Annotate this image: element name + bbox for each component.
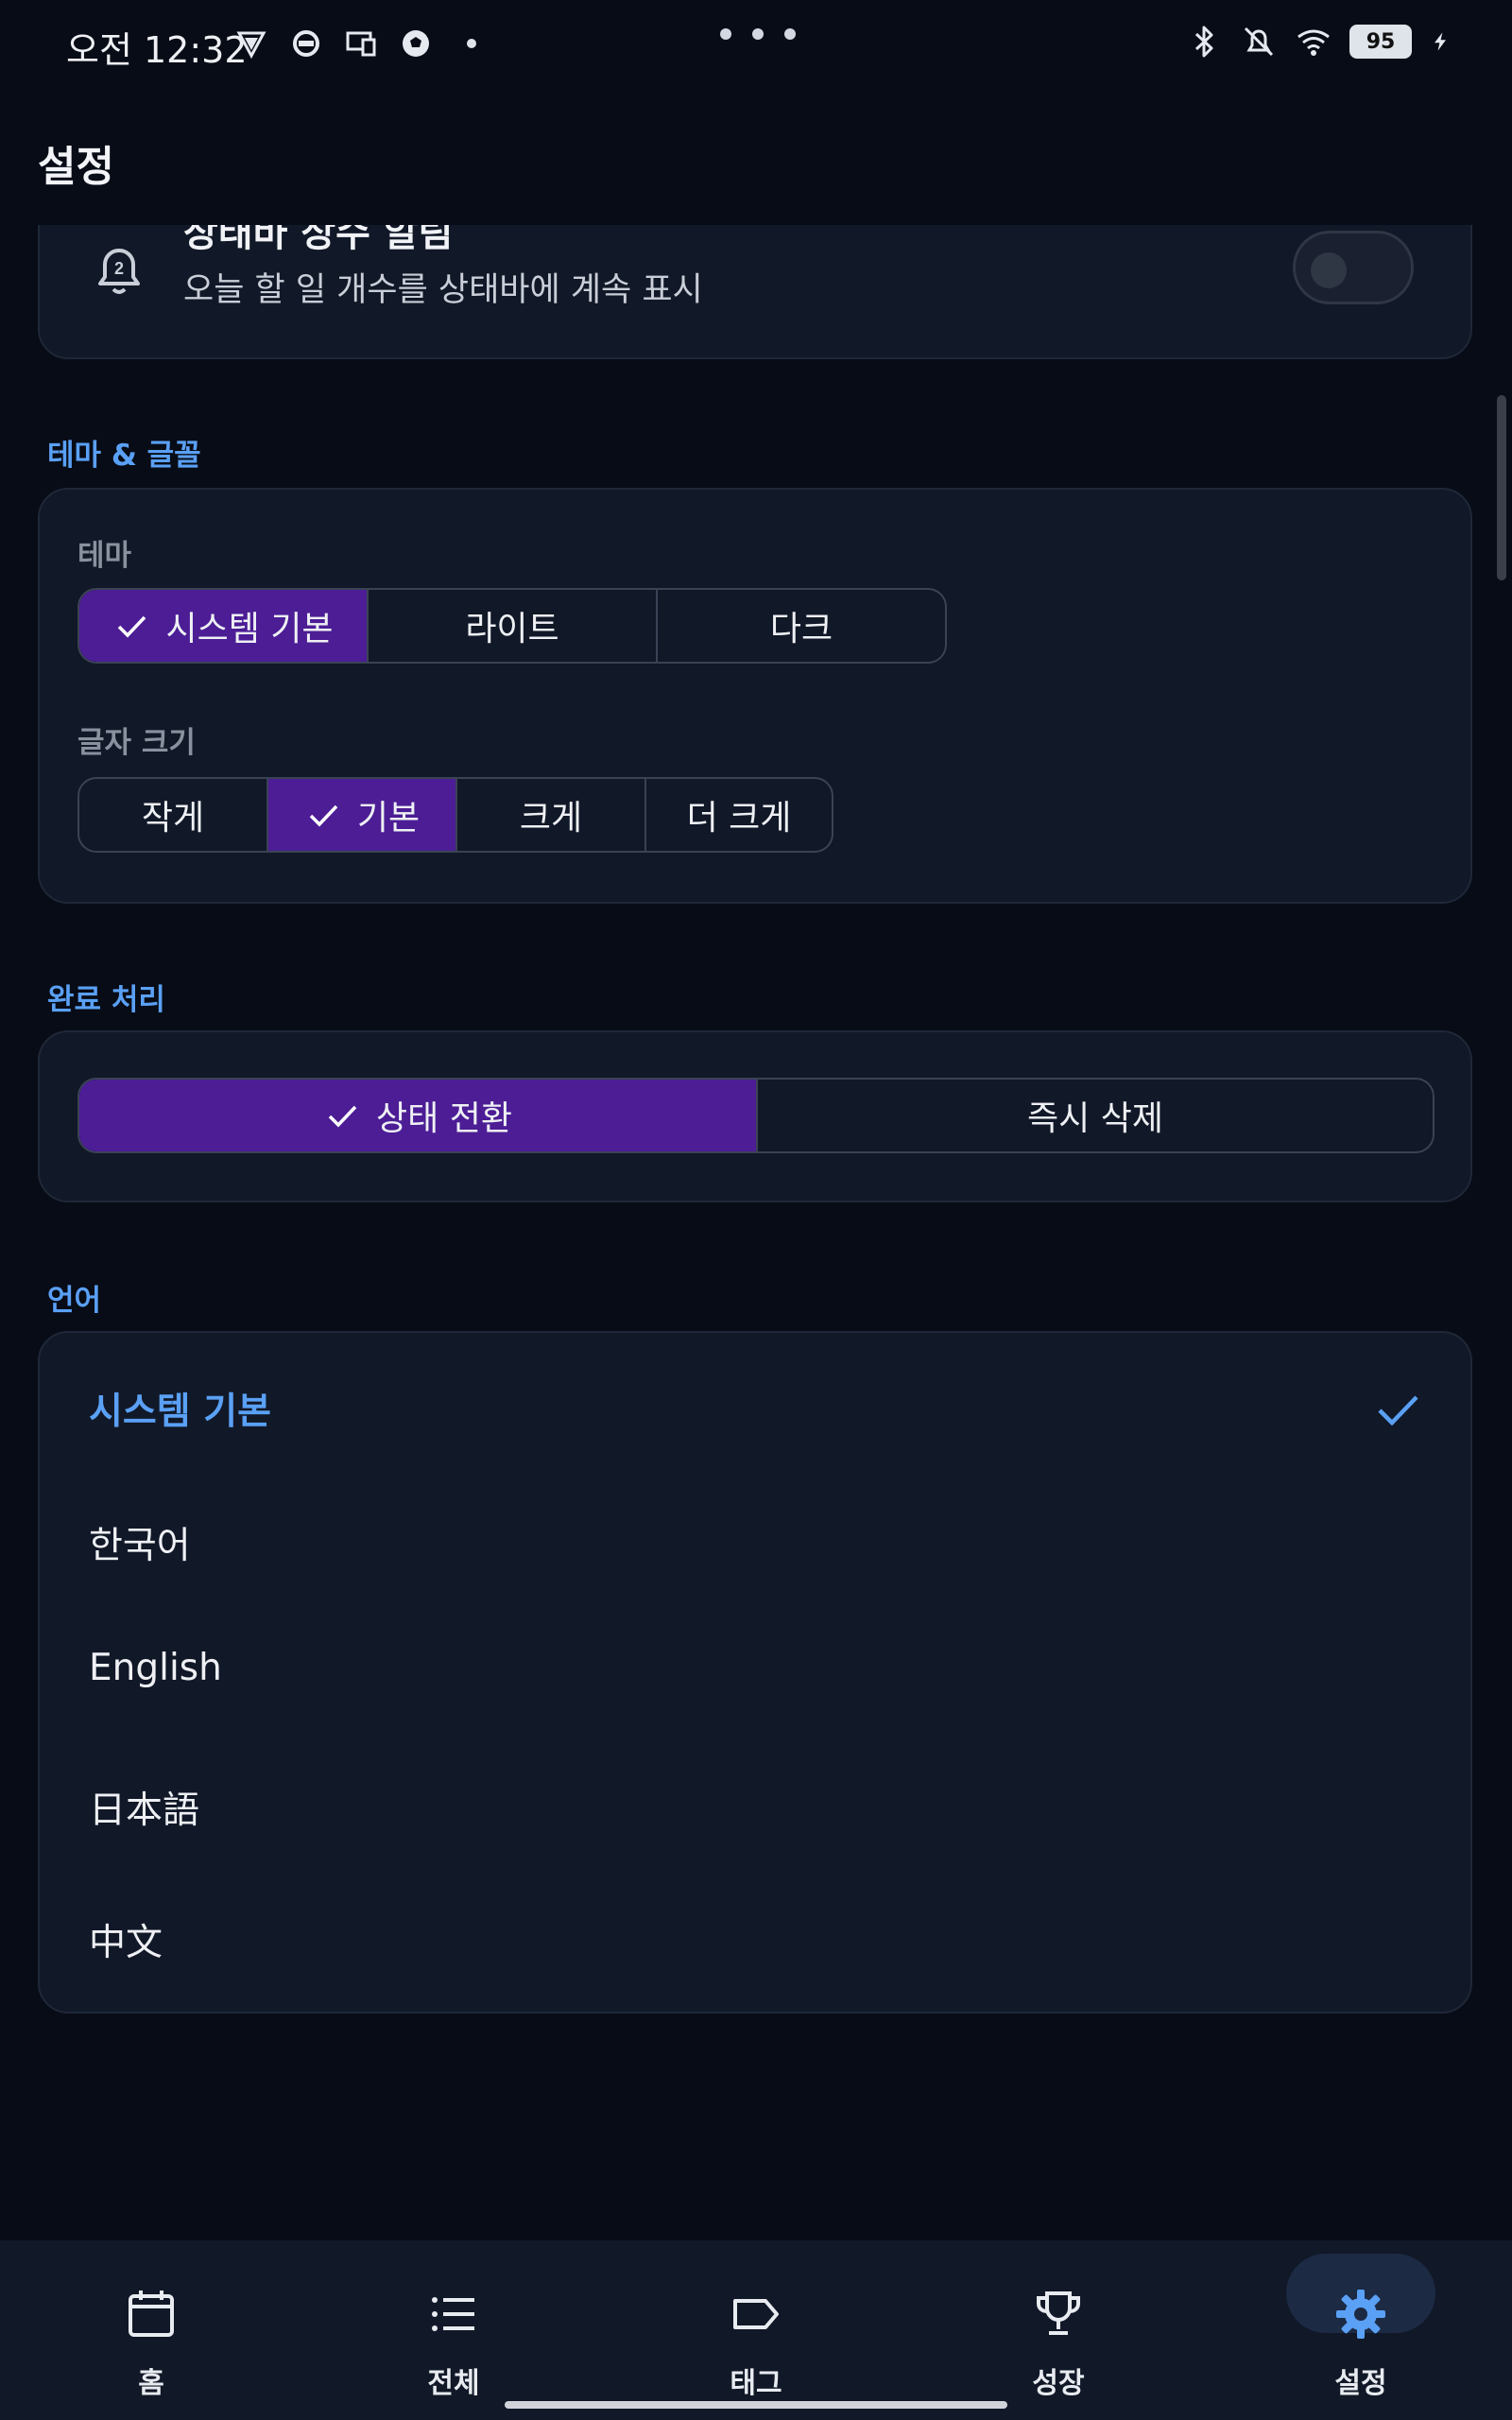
- font-size-label: 글자 크기: [77, 726, 196, 760]
- notification-description: 오늘 할 일 개수를 상태바에 계속 표시: [183, 271, 703, 309]
- status-bar-notification-card: 2 상태바 상수 알림 오늘 할 일 개수를 상태바에 계속 표시: [38, 225, 1472, 359]
- language-option-korean[interactable]: 한국어: [89, 1516, 191, 1569]
- bluetooth-icon: [1194, 26, 1213, 58]
- completion-option-label: 즉시 삭제: [1027, 1099, 1163, 1138]
- trophy-icon: [1037, 2291, 1080, 2335]
- page-title: 설정: [38, 143, 114, 191]
- font-size-option-default[interactable]: 기본: [268, 779, 457, 851]
- font-size-option-larger[interactable]: 더 크게: [646, 779, 832, 851]
- nav-label-all: 전체: [427, 2367, 480, 2400]
- soccer-ball-icon: [403, 30, 429, 57]
- theme-option-dark[interactable]: 다크: [658, 590, 945, 662]
- check-icon: [328, 1105, 357, 1128]
- completion-option-delete-now[interactable]: 즉시 삭제: [758, 1080, 1433, 1151]
- section-header-language: 언어: [47, 1284, 102, 1318]
- status-time: 오전 12:32: [66, 29, 248, 71]
- app-notification-icon: [293, 30, 319, 57]
- calendar-icon: [129, 2290, 174, 2337]
- status-system-icons: 95: [1185, 23, 1452, 60]
- nav-item-settings[interactable]: 설정: [1210, 2240, 1512, 2420]
- completion-option-label: 상태 전환: [376, 1099, 512, 1138]
- nav-label-home: 홈: [138, 2367, 164, 2400]
- check-icon: [1378, 1395, 1418, 1426]
- theme-option-label: 다크: [769, 610, 833, 648]
- font-size-option-label: 작게: [141, 799, 205, 838]
- nav-item-home[interactable]: 홈: [0, 2240, 302, 2420]
- gear-icon: [1336, 2290, 1385, 2339]
- language-option-system[interactable]: 시스템 기본: [89, 1382, 271, 1435]
- section-header-completion: 완료 처리: [47, 983, 165, 1017]
- completion-option-toggle-state[interactable]: 상태 전환: [79, 1080, 758, 1151]
- bottom-navigation: 홈 전체 태그 성장 설정: [0, 2240, 1512, 2420]
- font-size-option-small[interactable]: 작게: [79, 779, 268, 851]
- theme-option-label: 라이트: [465, 610, 559, 648]
- theme-label: 테마: [77, 539, 132, 573]
- settings-scroll-area[interactable]: 2 상태바 상수 알림 오늘 할 일 개수를 상태바에 계속 표시 테마 & 글…: [0, 225, 1512, 2240]
- font-size-option-large[interactable]: 크게: [457, 779, 646, 851]
- nav-item-growth[interactable]: 성장: [907, 2240, 1210, 2420]
- status-notification-icons: [234, 26, 476, 60]
- font-size-segmented-control: 작게 기본 크게 더 크게: [77, 777, 833, 853]
- charging-icon: [1435, 32, 1446, 51]
- wifi-icon: [1297, 29, 1330, 56]
- check-icon: [309, 804, 338, 827]
- toggle-knob: [1311, 252, 1347, 288]
- section-header-theme-font: 테마 & 글꼴: [47, 439, 201, 473]
- nav-label-tag: 태그: [730, 2367, 782, 2400]
- language-option-japanese[interactable]: 日本語: [89, 1781, 199, 1834]
- check-icon: [118, 615, 146, 638]
- completion-segmented-control: 상태 전환 즉시 삭제: [77, 1078, 1435, 1153]
- font-size-option-label: 기본: [356, 799, 421, 838]
- nav-label-growth: 성장: [1032, 2367, 1085, 2400]
- notification-toggle[interactable]: [1293, 231, 1414, 304]
- completion-card: 상태 전환 즉시 삭제: [38, 1030, 1472, 1202]
- font-size-option-label: 더 크게: [686, 799, 792, 838]
- theme-option-light[interactable]: 라이트: [369, 590, 658, 662]
- vpn-icon: [236, 31, 266, 60]
- notification-title: 상태바 상수 알림: [183, 225, 454, 255]
- theme-option-system[interactable]: 시스템 기본: [79, 590, 369, 662]
- bell-badge-icon: 2: [98, 249, 140, 294]
- settings-screen: 오전 12:32 95 설정 2 상태바 상수 알림 오늘 할 일 개수를 상태…: [0, 0, 1512, 2420]
- more-dots-icon[interactable]: [720, 28, 796, 40]
- nav-item-all[interactable]: 전체: [302, 2240, 605, 2420]
- bell-off-icon: [1244, 26, 1274, 57]
- nav-label-settings: 설정: [1334, 2367, 1387, 2400]
- theme-option-label: 시스템 기본: [165, 610, 334, 648]
- list-icon: [432, 2297, 474, 2331]
- language-card: 시스템 기본 한국어 English 日本語 中文: [38, 1331, 1472, 2014]
- scrollbar-thumb[interactable]: [1497, 395, 1506, 580]
- language-option-english[interactable]: English: [89, 1647, 222, 1689]
- theme-font-card: 테마 시스템 기본 라이트 다크 글자 크기 작게 기본 크게 더 크게: [38, 488, 1472, 904]
- home-indicator[interactable]: [505, 2401, 1007, 2409]
- more-notifications-dot: [467, 39, 476, 48]
- nav-item-tag[interactable]: 태그: [605, 2240, 907, 2420]
- tag-icon: [733, 2299, 779, 2329]
- font-size-option-label: 크게: [519, 799, 583, 838]
- status-bar: 오전 12:32 95: [0, 0, 1512, 95]
- battery-icon: 95: [1349, 25, 1412, 59]
- cast-icon: [346, 31, 376, 57]
- svg-text:2: 2: [114, 259, 124, 278]
- theme-segmented-control: 시스템 기본 라이트 다크: [77, 588, 947, 664]
- language-option-chinese[interactable]: 中文: [89, 1913, 163, 1966]
